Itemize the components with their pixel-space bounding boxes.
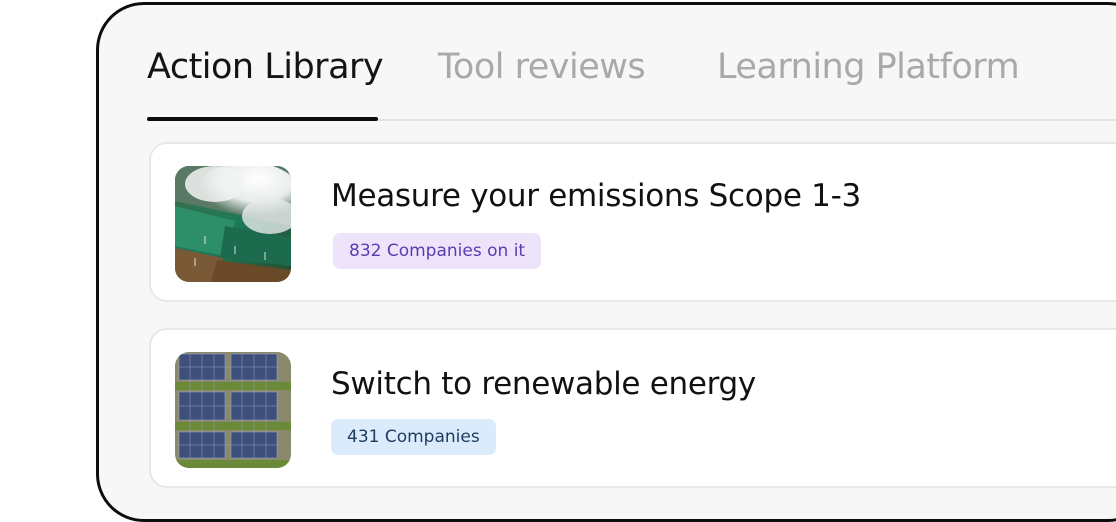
tab-learning-platform[interactable]: Learning Platform bbox=[717, 47, 1020, 87]
action-title: Measure your emissions Scope 1-3 bbox=[331, 178, 861, 214]
solar-panels-image bbox=[175, 352, 291, 468]
aerial-wind-farm-image bbox=[175, 166, 291, 282]
tab-action-library[interactable]: Action Library bbox=[147, 47, 384, 87]
companies-badge: 431 Companies bbox=[331, 419, 496, 455]
active-tab-indicator bbox=[147, 117, 378, 121]
tab-tool-reviews[interactable]: Tool reviews bbox=[438, 47, 646, 87]
tab-bar: Action Library Tool reviews Learning Pla… bbox=[99, 5, 1116, 122]
companies-badge: 832 Companies on it bbox=[333, 233, 542, 269]
device-frame: Action Library Tool reviews Learning Pla… bbox=[96, 2, 1116, 522]
action-title: Switch to renewable energy bbox=[331, 366, 756, 402]
action-card-renewable-energy[interactable]: Switch to renewable energy 431 Companies bbox=[149, 328, 1116, 488]
action-card-measure-emissions[interactable]: Measure your emissions Scope 1-3 832 Com… bbox=[149, 142, 1116, 302]
